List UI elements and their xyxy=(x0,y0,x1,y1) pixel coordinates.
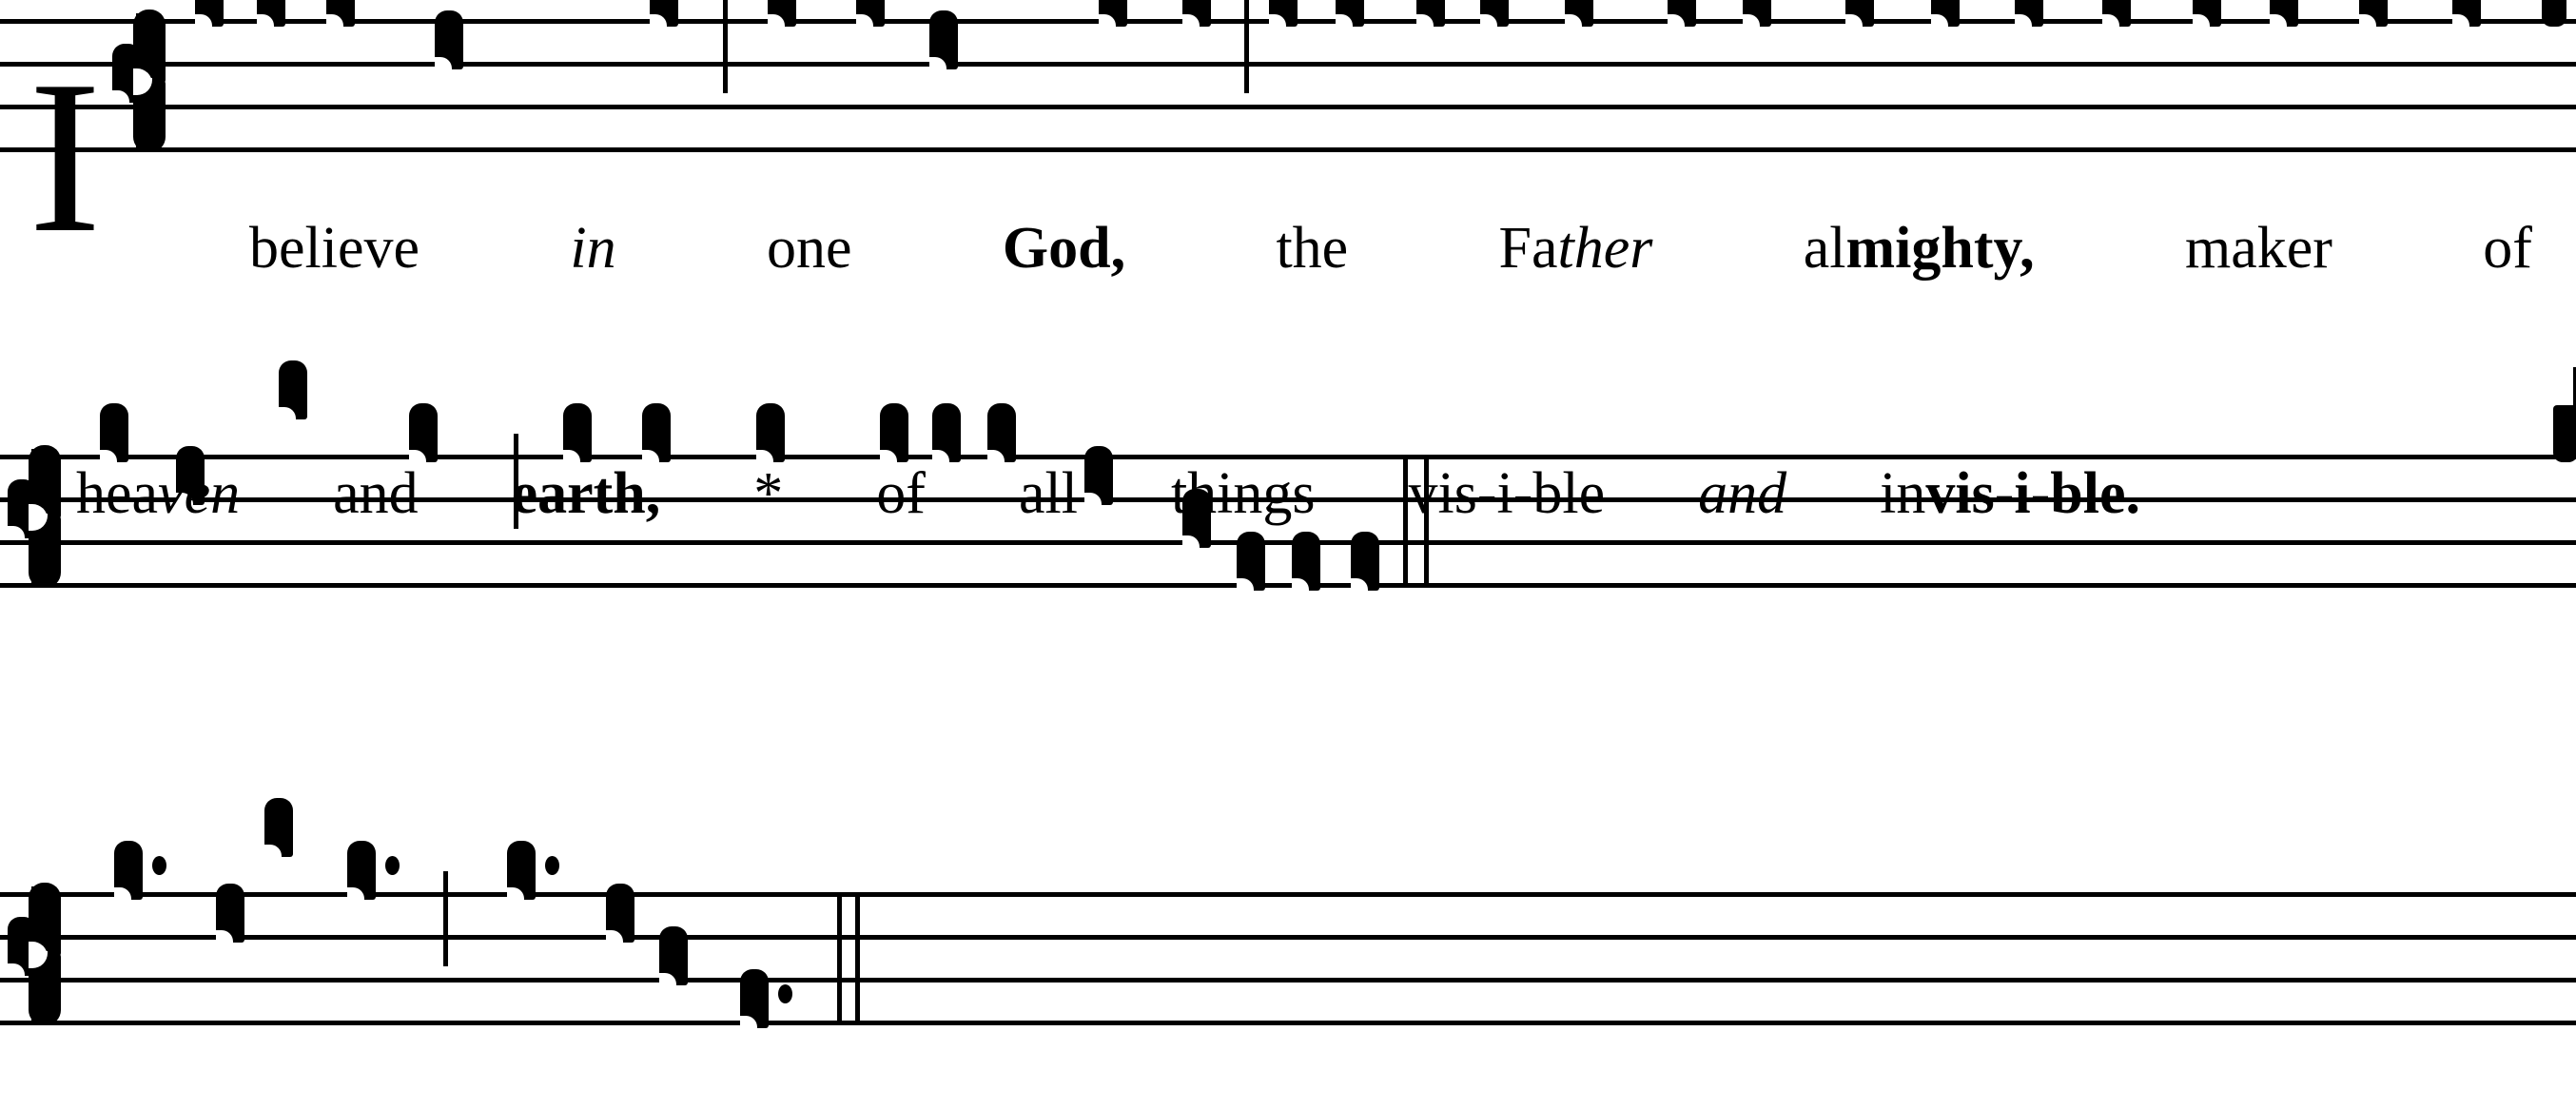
lyric-syllable: and xyxy=(333,461,419,526)
barline-double-a xyxy=(837,892,842,1025)
lyric-syllable: of xyxy=(2483,216,2532,281)
lyric-word: and xyxy=(333,464,419,523)
staff-line xyxy=(0,935,2576,940)
staff-line xyxy=(0,455,2576,459)
lyric-word: vis-i-ble xyxy=(1409,464,1606,523)
note-punctum xyxy=(409,403,438,463)
lyric-word: invis-i-ble. xyxy=(1880,464,2140,523)
lyric-syllable: all xyxy=(1018,461,1078,526)
chant-page: I believe in one God, the Father almighty, make… xyxy=(0,0,2576,1109)
lyric-syllable: earth, xyxy=(511,461,661,526)
lyric-word: the xyxy=(1276,219,1348,278)
note-punctum xyxy=(563,403,592,463)
staff-line xyxy=(0,1021,2576,1025)
note-punctum xyxy=(659,926,688,986)
lyric-syllable: hea xyxy=(76,461,159,526)
barline-double-b xyxy=(855,892,860,1025)
note-punctum xyxy=(932,403,961,463)
lyric-word: God, xyxy=(1003,219,1125,278)
note-punctum xyxy=(114,841,143,901)
note-punctum xyxy=(642,403,671,463)
lyric-word: maker xyxy=(2185,219,2332,278)
lyric-syllable: things xyxy=(1170,461,1316,526)
note-punctum xyxy=(740,969,769,1029)
staff-line xyxy=(0,583,2576,588)
lyric-word: one xyxy=(767,219,852,278)
lyric-word: things xyxy=(1171,464,1316,523)
lyric-syllable: ven xyxy=(158,461,241,526)
custos-icon xyxy=(2553,367,2576,462)
note-punctum xyxy=(1292,532,1320,592)
lyric-word: in xyxy=(570,219,615,278)
staff-line xyxy=(0,540,2576,545)
note-punctum xyxy=(507,841,536,901)
c-clef-icon xyxy=(8,445,67,588)
lyric-word: heaven xyxy=(76,464,240,523)
lyric-word: of xyxy=(2483,219,2532,278)
lyric-word: earth, xyxy=(512,464,661,523)
lyric-syllable: ther xyxy=(1557,216,1653,281)
lyric-syllable: in xyxy=(570,216,616,281)
note-punctum xyxy=(1351,532,1379,592)
staff-line xyxy=(0,892,2576,897)
lyric-syllable: of xyxy=(876,461,926,526)
lyric-word: almighty, xyxy=(1804,219,2035,278)
lyric-syllable: one xyxy=(766,216,852,281)
lyric-word: Father xyxy=(1499,219,1653,278)
note-punctum xyxy=(987,403,1016,463)
lyric-line-1: believe in one God, the Father almighty, maker o… xyxy=(249,219,2532,278)
lyric-syllable: mighty, xyxy=(1845,216,2035,281)
lyric-syllable: and xyxy=(1698,461,1787,526)
augmentation-dot xyxy=(545,856,559,875)
augmentation-dot xyxy=(152,856,166,875)
note-punctum xyxy=(279,360,307,420)
chant-system-3 xyxy=(0,0,2576,1029)
lyric-line-2: heaven and earth, * of all things vis-i-ble and i… xyxy=(76,464,2140,523)
lyric-syllable: vis-i-ble xyxy=(1408,461,1606,526)
lyric-syllable: Fa xyxy=(1498,216,1558,281)
c-clef-icon xyxy=(8,883,67,1025)
staff-line xyxy=(0,978,2576,983)
note-punctum xyxy=(216,884,244,944)
note-punctum xyxy=(347,841,376,901)
lyric-word: of xyxy=(876,464,926,523)
lyric-syllable: * xyxy=(753,461,784,526)
lyric-syllable: in xyxy=(1880,461,1926,526)
augmentation-dot xyxy=(778,984,792,1003)
note-punctum xyxy=(756,403,785,463)
lyric-word: and xyxy=(1698,464,1786,523)
lyric-syllable: the xyxy=(1276,216,1349,281)
lyric-syllable: al xyxy=(1803,216,1846,281)
note-punctum xyxy=(264,798,293,858)
barline-divisio-minima xyxy=(443,871,448,966)
lyric-syllable: maker xyxy=(2184,216,2332,281)
augmentation-dot xyxy=(385,856,400,875)
note-punctum xyxy=(880,403,908,463)
lyric-syllable: believe xyxy=(249,216,420,281)
lyric-word: believe xyxy=(249,219,420,278)
lyric-syllable: vis-i-ble. xyxy=(1925,461,2140,526)
lyric-syllable: God, xyxy=(1002,216,1126,281)
lyric-word: all xyxy=(1019,464,1078,523)
note-punctum xyxy=(100,403,128,463)
note-punctum xyxy=(606,884,634,944)
lyric-word: * xyxy=(753,464,783,523)
note-punctum xyxy=(1237,532,1265,592)
